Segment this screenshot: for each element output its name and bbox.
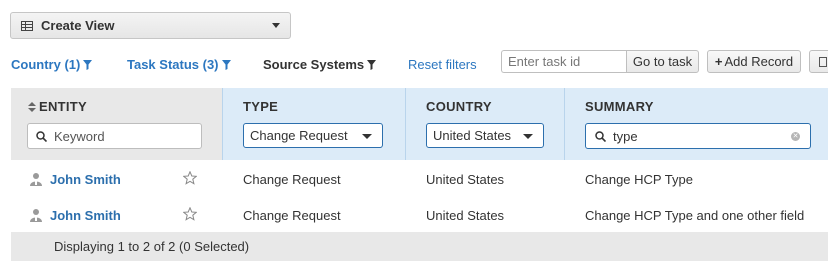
- column-country: COUNTRY United States: [405, 88, 564, 160]
- country-select-value: United States: [433, 128, 512, 143]
- user-icon: [30, 209, 42, 222]
- user-icon: [30, 173, 42, 186]
- task-status-filter-label: Task Status (3): [127, 57, 219, 72]
- plus-icon: +: [714, 54, 723, 69]
- add-record-label: Add Record: [724, 54, 794, 69]
- type-select-value: Change Request: [250, 128, 348, 143]
- table-header: ENTITY TYPE Change Request COUNTRY Unite…: [11, 88, 828, 160]
- country-cell: United States: [426, 172, 505, 187]
- add-record-button[interactable]: + Add Record: [707, 50, 801, 73]
- table-row[interactable]: John Smith Change Request United States …: [11, 161, 828, 197]
- column-entity: ENTITY: [11, 88, 222, 160]
- entity-link[interactable]: John Smith: [50, 172, 121, 187]
- clear-icon[interactable]: ✕: [791, 132, 800, 141]
- chevron-down-icon: [362, 134, 372, 139]
- entity-link[interactable]: John Smith: [50, 208, 121, 223]
- chevron-down-icon: [272, 23, 280, 28]
- table-row[interactable]: John Smith Change Request United States …: [11, 197, 828, 233]
- go-to-task-button[interactable]: Go to task: [626, 50, 699, 73]
- task-status-filter[interactable]: Task Status (3): [127, 57, 231, 72]
- pagination-status: Displaying 1 to 2 of 2 (0 Selected): [54, 239, 250, 254]
- chevron-down-icon: [523, 134, 533, 139]
- search-icon: [36, 131, 47, 142]
- star-icon[interactable]: [183, 207, 197, 221]
- country-cell: United States: [426, 208, 505, 223]
- type-select[interactable]: Change Request: [243, 123, 383, 148]
- columns-button[interactable]: [809, 50, 828, 73]
- search-icon: [595, 131, 606, 142]
- type-cell: Change Request: [243, 208, 341, 223]
- type-cell: Change Request: [243, 172, 341, 187]
- summary-search-input[interactable]: [613, 127, 783, 145]
- column-summary: SUMMARY ✕: [564, 88, 828, 160]
- column-entity-title[interactable]: ENTITY: [28, 99, 87, 114]
- create-view-label: Create View: [41, 18, 115, 33]
- column-summary-title[interactable]: SUMMARY: [585, 99, 654, 114]
- source-systems-filter-label: Source Systems: [263, 57, 365, 72]
- summary-cell: Change HCP Type: [585, 172, 693, 187]
- reset-filters-link[interactable]: Reset filters: [408, 57, 477, 72]
- keyword-search-field[interactable]: [27, 123, 202, 149]
- keyword-input[interactable]: [54, 127, 194, 145]
- entity-title-label: ENTITY: [39, 99, 88, 114]
- column-type: TYPE Change Request: [222, 88, 405, 160]
- country-select[interactable]: United States: [426, 123, 544, 148]
- summary-cell: Change HCP Type and one other field: [585, 208, 805, 223]
- summary-search-field[interactable]: ✕: [585, 123, 811, 149]
- column-type-title[interactable]: TYPE: [243, 99, 278, 114]
- filter-icon: [83, 60, 93, 70]
- country-filter-label: Country (1): [11, 57, 81, 72]
- source-systems-filter[interactable]: Source Systems: [263, 57, 377, 72]
- task-id-input[interactable]: [501, 50, 627, 73]
- filter-icon: [221, 60, 231, 70]
- table-footer: Displaying 1 to 2 of 2 (0 Selected): [11, 232, 828, 261]
- filter-icon: [367, 60, 377, 70]
- country-filter[interactable]: Country (1): [11, 57, 93, 72]
- sort-icon: [28, 102, 36, 112]
- star-icon[interactable]: [183, 171, 197, 185]
- table-icon: [21, 20, 33, 31]
- columns-icon: [819, 57, 827, 67]
- filter-bar: Country (1) Task Status (3) Source Syste…: [0, 51, 828, 77]
- create-view-dropdown[interactable]: Create View: [10, 12, 291, 39]
- column-country-title[interactable]: COUNTRY: [426, 99, 492, 114]
